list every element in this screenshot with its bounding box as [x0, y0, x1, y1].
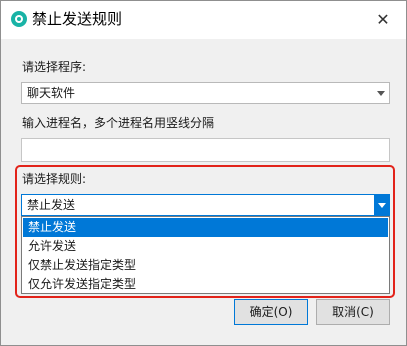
rule-dropdown-list: 禁止发送 允许发送 仅禁止发送指定类型 仅允许发送指定类型: [21, 216, 390, 294]
process-input[interactable]: [21, 138, 390, 162]
rule-label: 请选择规则:: [22, 172, 87, 186]
program-select-value: 聊天软件: [27, 86, 76, 100]
chevron-down-icon[interactable]: [374, 195, 389, 215]
app-logo-icon: [11, 11, 27, 27]
window-title: 禁止发送规则: [32, 10, 123, 28]
cancel-button[interactable]: 取消(C): [316, 299, 390, 325]
rule-option[interactable]: 仅禁止发送指定类型: [23, 256, 388, 275]
rule-select-value: 禁止发送: [27, 198, 76, 212]
rule-option[interactable]: 仅允许发送指定类型: [23, 275, 388, 294]
rule-dialog: 禁止发送规则 ✕ 请选择程序: 聊天软件 输入进程名，多个进程名用竖线分隔 请选…: [0, 0, 407, 346]
ok-button[interactable]: 确定(O): [234, 299, 308, 325]
chevron-down-icon: [377, 91, 385, 96]
program-select[interactable]: 聊天软件: [21, 82, 390, 104]
rule-option[interactable]: 禁止发送: [23, 218, 388, 237]
title-bar[interactable]: 禁止发送规则 ✕: [1, 1, 406, 39]
rule-select[interactable]: 禁止发送: [21, 194, 390, 216]
process-label: 输入进程名，多个进程名用竖线分隔: [22, 116, 215, 130]
program-label: 请选择程序:: [22, 60, 87, 74]
close-icon[interactable]: ✕: [371, 9, 395, 31]
rule-option[interactable]: 允许发送: [23, 237, 388, 256]
